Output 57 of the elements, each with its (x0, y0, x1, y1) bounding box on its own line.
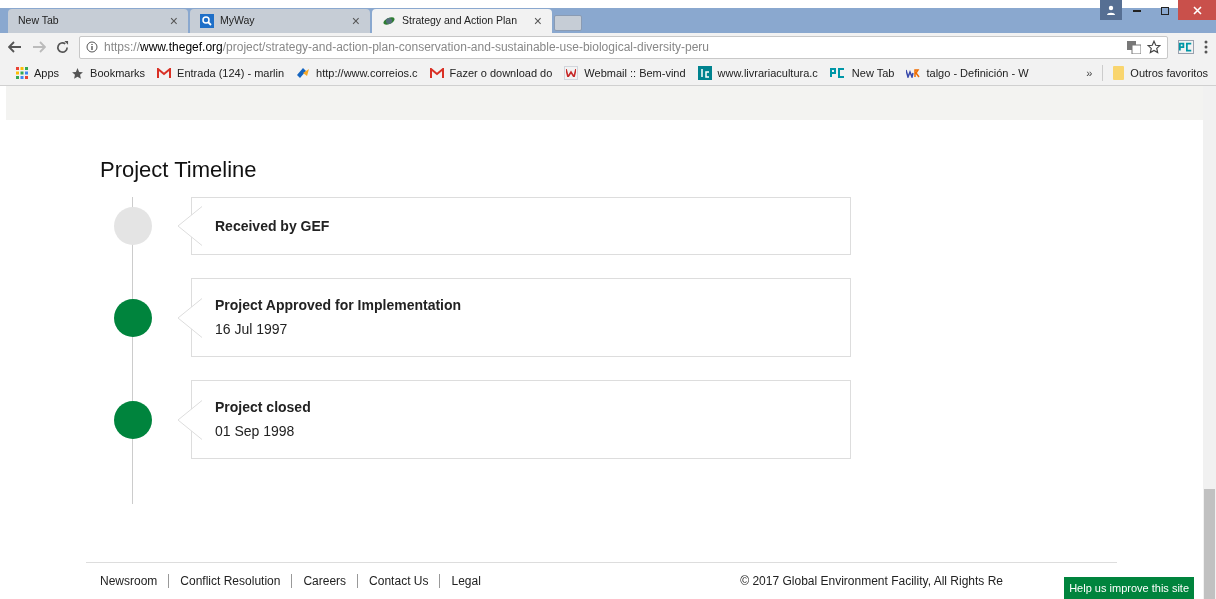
event-title: Project Approved for Implementation (215, 296, 463, 315)
tab-title: Strategy and Action Plan (402, 13, 518, 29)
bookmark-item[interactable]: Apps (16, 64, 60, 82)
bookmark-item[interactable]: www.livrariacultura.c (697, 64, 818, 82)
bookmark-item[interactable]: New Tab (829, 64, 895, 82)
tab-close-button[interactable]: × (533, 14, 542, 28)
url-text: https://www.thegef.org/project/strategy-and-action-plan-conservation-and-sustainable-use-biological-diversity-peru (104, 39, 710, 56)
reload-icon[interactable] (56, 40, 69, 54)
bookmark-item[interactable]: Outros favoritos (1113, 64, 1208, 82)
translate-icon[interactable] (1127, 40, 1141, 54)
bookmark-item[interactable]: Entrada (124) - marlin (157, 64, 285, 82)
event-date: 01 Sep 1998 (215, 422, 296, 441)
w-logo-icon (564, 66, 579, 80)
folder-icon (1113, 66, 1125, 80)
back-icon[interactable] (8, 41, 22, 53)
footer-link[interactable]: Legal (451, 572, 481, 590)
profile-icon[interactable] (1100, 0, 1122, 20)
bookmark-item[interactable]: Fazer o download do (429, 64, 553, 82)
star-icon (71, 66, 85, 80)
bookmark-item[interactable]: talgo - Definición - W (906, 64, 1029, 82)
tab-close-button[interactable]: × (169, 14, 178, 28)
overflow-chevron[interactable]: » (1086, 64, 1093, 82)
feedback-button[interactable]: Help us improve this site (1064, 577, 1194, 599)
footer-link[interactable]: Newsroom (100, 572, 158, 590)
event-title: Received by GEF (215, 216, 331, 236)
info-icon (86, 41, 98, 53)
bookmark-item[interactable]: Bookmarks (71, 64, 146, 82)
scrollbar-thumb[interactable] (1204, 489, 1215, 599)
apps-grid-icon (16, 67, 28, 79)
bookmark-item[interactable]: Webmail :: Bem-vind (564, 64, 686, 82)
pc-logo-icon (829, 68, 846, 78)
footer-link[interactable]: Contact Us (369, 572, 429, 590)
browser-tab[interactable]: Strategy and Action Plan × (372, 9, 552, 33)
footer-link[interactable]: Conflict Resolution (180, 572, 281, 590)
mail-icon (429, 67, 444, 79)
bird-icon (296, 67, 311, 79)
address-field[interactable]: https://www.thegef.org/project/strategy-and-action-plan-conservation-and-sustainable-use-biological-diversity-peru (79, 35, 1168, 59)
copyright-text: © 2017 Global Environment Facility, All Rights Re (740, 573, 1003, 590)
wr-logo-icon (906, 68, 921, 78)
bookmark-item[interactable]: http://www.correios.c (296, 64, 418, 82)
bookmark-star-icon[interactable] (1147, 40, 1161, 54)
globe-icon (382, 15, 396, 27)
event-title: Project closed (215, 398, 312, 417)
tab-title: MyWay (220, 13, 256, 29)
search-icon (200, 14, 214, 28)
tab-title: New Tab (18, 13, 60, 29)
menu-icon[interactable] (1204, 40, 1208, 54)
lc-logo-icon (697, 66, 712, 80)
tab-close-button[interactable]: × (351, 14, 360, 28)
mail-icon (157, 67, 172, 79)
browser-tab[interactable]: New Tab × (8, 9, 188, 33)
browser-tab[interactable]: MyWay × (190, 9, 370, 33)
pc-logo-icon (1179, 42, 1193, 52)
section-heading: Project Timeline (100, 156, 258, 184)
footer-link[interactable]: Careers (303, 572, 347, 590)
extension-icon[interactable] (1178, 40, 1194, 54)
event-date: 16 Jul 1997 (215, 320, 289, 339)
